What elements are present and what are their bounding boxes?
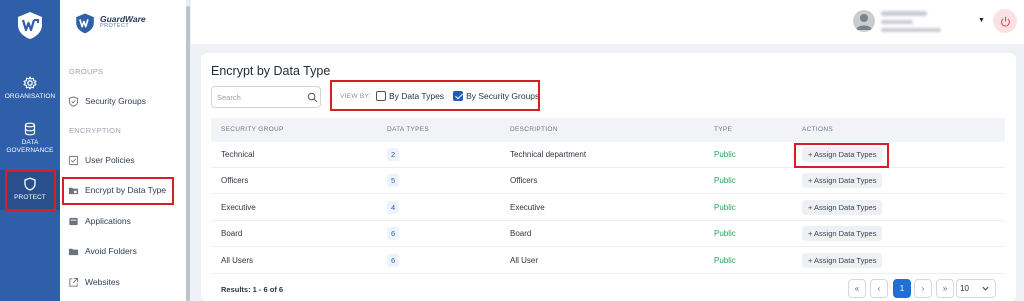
assign-data-types-button[interactable]: + Assign Data Types (802, 200, 883, 215)
cell-description: Board (510, 229, 532, 238)
user-icon (856, 14, 872, 30)
section-label-encryption: ENCRYPTION (69, 126, 122, 135)
sidebar-item-websites[interactable]: Websites (68, 272, 178, 292)
search-box[interactable] (211, 86, 321, 108)
user-org-redacted (881, 20, 913, 24)
guardware-logo[interactable] (15, 10, 45, 40)
sidebar-item-avoid-folders[interactable]: Avoid Folders (68, 241, 178, 261)
folder-icon (68, 248, 79, 255)
header-description: DESCRIPTION (510, 126, 558, 133)
cell-group: Executive (221, 203, 256, 212)
table-row: All Users 6 All User Public + Assign Dat… (211, 248, 1005, 274)
checklist-icon (68, 155, 79, 165)
guardware-logo (76, 13, 94, 34)
cell-type: Public (714, 150, 736, 159)
sidebar-item-label: Security Groups (85, 96, 146, 106)
rail-item-organisation-label: ORGANISATION (4, 93, 56, 100)
chevron-down-icon[interactable]: ▼ (978, 17, 985, 24)
assign-data-types-button[interactable]: + Assign Data Types (802, 226, 883, 241)
external-link-icon (69, 277, 79, 287)
chevron-down-icon (982, 286, 989, 291)
first-page-button[interactable]: « (848, 279, 866, 298)
highlight-box-assign (794, 143, 889, 168)
user-name-redacted (881, 11, 927, 16)
shield-icon (68, 95, 79, 107)
search-icon[interactable] (307, 92, 318, 103)
sidebar-scrollbar[interactable] (186, 0, 190, 301)
prev-page-button[interactable]: ‹ (870, 279, 888, 298)
power-icon (1000, 16, 1010, 27)
avatar[interactable] (853, 10, 875, 32)
highlight-box-protect (5, 170, 56, 211)
results-count: Results: 1 - 6 of 6 (221, 285, 284, 294)
sidebar-item-label: Applications (85, 216, 131, 226)
assign-data-types-button[interactable]: + Assign Data Types (802, 173, 883, 188)
section-label-groups: GROUPS (69, 67, 104, 76)
sidebar-item-security-groups[interactable]: Security Groups (68, 91, 178, 111)
sidebar-item-label: Avoid Folders (85, 246, 137, 256)
secondary-sidebar: GuardWare PROTECT GROUPS Security Groups… (60, 0, 190, 301)
cell-type: Public (714, 256, 736, 265)
last-page-button[interactable]: » (936, 279, 954, 298)
data-types-count[interactable]: 5 (387, 174, 400, 187)
header-data-types: DATA TYPES (387, 126, 430, 133)
sidebar-item-applications[interactable]: Applications (68, 211, 178, 231)
cell-group: Technical (221, 150, 255, 159)
cell-description: Officers (510, 176, 538, 185)
data-types-count[interactable]: 4 (387, 201, 400, 214)
assign-data-types-button[interactable]: + Assign Data Types (802, 253, 883, 268)
header-actions: ACTIONS (802, 126, 833, 133)
user-email-redacted (881, 28, 941, 32)
cell-group: Board (221, 229, 243, 238)
app-icon (69, 217, 78, 225)
scrollbar-thumb[interactable] (186, 6, 190, 301)
table-header: SECURITY GROUP DATA TYPES DESCRIPTION TY… (211, 118, 1005, 142)
table-row: Officers 5 Officers Public + Assign Data… (211, 168, 1005, 194)
cell-group: All Users (221, 256, 254, 265)
page-title: Encrypt by Data Type (211, 64, 331, 78)
table-row: Board 6 Board Public + Assign Data Types (211, 221, 1005, 247)
highlight-box-encrypt (62, 177, 174, 205)
database-icon (24, 122, 36, 136)
page-size-select[interactable]: 10 (956, 279, 996, 298)
cell-type: Public (714, 176, 736, 185)
page-size-value: 10 (960, 284, 969, 293)
table-row: Executive 4 Executive Public + Assign Da… (211, 195, 1005, 221)
cell-description: All User (510, 256, 539, 265)
rail-item-data-governance-label: DATA GOVERNANCE (6, 139, 54, 154)
page-1-button[interactable]: 1 (893, 279, 911, 298)
data-types-count[interactable]: 2 (387, 148, 400, 161)
sidebar-item-label: User Policies (85, 155, 135, 165)
sidebar-item-label: Websites (85, 277, 120, 287)
header-type: TYPE (714, 126, 733, 133)
sidebar-item-user-policies[interactable]: User Policies (68, 150, 178, 170)
cell-description: Executive (510, 203, 545, 212)
data-types-count[interactable]: 6 (387, 227, 400, 240)
data-types-count[interactable]: 6 (387, 254, 400, 267)
app-rail: ORGANISATION DATA GOVERNANCE PROTECT (0, 0, 60, 301)
cell-description: Technical department (510, 150, 587, 159)
next-page-button[interactable]: › (914, 279, 932, 298)
power-button[interactable] (993, 9, 1017, 33)
brand[interactable]: GuardWare PROTECT (70, 12, 190, 36)
cell-group: Officers (221, 176, 249, 185)
cell-type: Public (714, 229, 736, 238)
header-security-group: SECURITY GROUP (221, 126, 284, 133)
gear-icon (23, 76, 37, 90)
brand-sub: PROTECT (100, 23, 130, 29)
highlight-box-view-by (330, 80, 540, 111)
rail-item-data-governance[interactable]: DATA GOVERNANCE (0, 122, 60, 158)
cell-type: Public (714, 203, 736, 212)
rail-item-organisation[interactable]: ORGANISATION (0, 76, 60, 104)
search-input[interactable] (217, 90, 302, 104)
